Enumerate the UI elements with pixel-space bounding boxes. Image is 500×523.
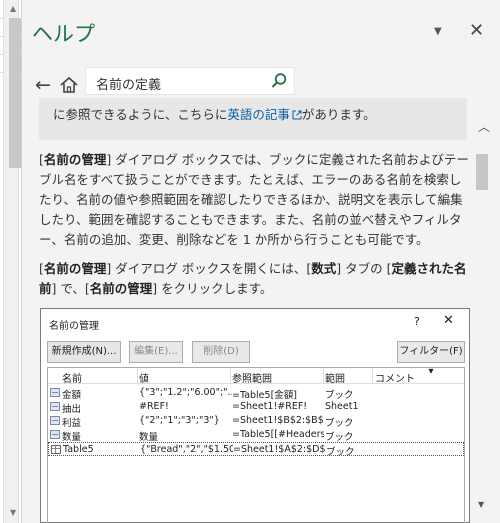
cell-name: Table5: [63, 444, 94, 455]
name-icon: [50, 402, 60, 411]
paragraph-overview: [名前の管理] ダイアログ ボックスでは、ブックに定義された名前およびテーブル名…: [39, 152, 469, 247]
list-header: 名前 値 参照範囲 範囲 コメント: [48, 368, 464, 385]
worksheet-edge: ▲ ▼: [0, 0, 22, 523]
column-header-value: 値: [139, 374, 149, 385]
cell-scope: ブック: [325, 418, 354, 429]
bold-name-manager: 名前の管理: [43, 261, 107, 276]
table-row: 抽出 #REF! =Sheet1!#REF! Sheet1: [48, 400, 464, 415]
table-row: Table5 {"Bread","2","$1.50... =Sheet1!$A…: [48, 442, 464, 458]
cell-refers-to: =Table5[[#Headers...: [232, 429, 324, 440]
filter-button: フィルター(F) ▾: [397, 341, 465, 377]
name-icon: [50, 416, 60, 425]
column-divider: [137, 368, 138, 384]
cell-value: 数量: [139, 432, 159, 443]
cell-name: 抽出: [62, 404, 82, 415]
search-input[interactable]: 名前の定義: [85, 67, 295, 95]
para-text: ] ダイアログ ボックスを開くには、[: [106, 261, 312, 276]
bold-name-manager: 名前の管理: [89, 281, 153, 296]
scroll-down-icon[interactable]: ▼: [10, 508, 16, 517]
note-text-after: があります。: [301, 107, 376, 122]
bold-formulas-tab: 数式: [311, 261, 337, 276]
cell-refers-to: =Sheet1!$A$2:$D$5: [233, 444, 325, 455]
column-divider: [372, 368, 373, 384]
cell-name: 金額: [62, 390, 82, 401]
name-icon: [50, 430, 60, 439]
delete-button: 削除(D): [192, 341, 250, 363]
external-link-icon[interactable]: [292, 110, 302, 120]
cell-refers-to: =Sheet1!#REF!: [232, 401, 308, 412]
new-button: 新規作成(N)...: [47, 341, 121, 363]
dialog-title: 名前の管理: [49, 321, 99, 332]
column-divider: [323, 368, 324, 384]
para-text: ] をクリックします。: [152, 281, 273, 296]
name-icon: [50, 388, 60, 397]
pane-title: ヘルプ: [32, 22, 95, 46]
scrollbar-thumb[interactable]: [9, 18, 21, 168]
cell-value: #REF!: [139, 401, 169, 412]
name-manager-dialog-image: 名前の管理 ? ✕ 新規作成(N)... 編集(E)... 削除(D) フィルタ…: [40, 308, 470, 523]
cell-scope: Sheet1: [325, 401, 359, 412]
scrollbar-thumb[interactable]: [476, 154, 488, 190]
cell-value: {"3";"1.2";"6.00";"...: [139, 387, 232, 398]
table-icon: [51, 445, 61, 454]
note-text-before: に参照できるように、こちらに: [53, 107, 228, 122]
cell-value: {"Bread","2","$1.50...: [140, 444, 233, 455]
content-scrollbar[interactable]: ︿ ▼: [476, 108, 490, 518]
home-icon[interactable]: [59, 75, 79, 95]
search-icon[interactable]: [270, 72, 288, 90]
cell-name: 利益: [62, 418, 82, 429]
chevron-up-icon[interactable]: ︿: [478, 118, 490, 135]
column-header-refers-to: 参照範囲: [232, 374, 272, 385]
chevron-down-icon[interactable]: ▼: [434, 26, 442, 37]
cell-scope: ブック: [326, 447, 355, 458]
table-row: 数量 数量 =Table5[[#Headers... ブック: [48, 428, 464, 443]
cell-value: {"2";"1";"3";"3"}: [139, 415, 220, 426]
worksheet-scrollbar[interactable]: ▲ ▼: [3, 0, 21, 523]
column-divider: [230, 368, 231, 384]
para-text: ] タブの [: [336, 261, 392, 276]
help-icon: ?: [414, 315, 420, 328]
names-list: 名前 値 参照範囲 範囲 コメント 金額 {"3";"1.2";"6.00";"…: [47, 367, 465, 523]
column-header-scope: 範囲: [325, 374, 345, 385]
search-value[interactable]: 名前の定義: [96, 74, 161, 93]
table-row: 金額 {"3";"1.2";"6.00";"... =Table5[金額] ブッ…: [48, 386, 464, 401]
note-text: に参照できるように、こちらに英語の記事 があります。: [53, 104, 376, 123]
cell-refers-to: =Sheet1!$B$2:$B$5: [232, 415, 324, 426]
link-label[interactable]: 英語の記事: [227, 107, 290, 122]
cell-refers-to: =Table5[金額]: [232, 390, 297, 401]
cell-scope: ブック: [325, 390, 354, 401]
scroll-up-icon[interactable]: ▲: [10, 4, 16, 13]
table-row: 利益 {"2";"1";"3";"3"} =Sheet1!$B$2:$B$5 ブ…: [48, 414, 464, 429]
cell-name: 数量: [62, 432, 82, 443]
close-icon: ✕: [443, 313, 454, 328]
back-arrow-icon[interactable]: ←: [35, 74, 51, 96]
bold-name-manager: 名前の管理: [43, 152, 107, 167]
edit-button: 編集(E)...: [129, 341, 183, 363]
cell-scope: ブック: [325, 432, 354, 443]
scroll-down-icon[interactable]: ▼: [478, 500, 484, 509]
close-icon[interactable]: ✕: [469, 20, 484, 41]
note-box: に参照できるように、こちらに英語の記事 があります。: [39, 98, 467, 140]
english-article-link[interactable]: 英語の記事: [227, 107, 302, 122]
column-header-comment: コメント: [375, 374, 415, 385]
paragraph-how-to-open: [名前の管理] ダイアログ ボックスを開くには、[数式] タブの [定義された名…: [39, 261, 467, 296]
help-pane: ヘルプ ▼ ✕ ← 名前の定義 ︿ ▼ に参照できるように、こちらに英語の記事が…: [22, 0, 500, 523]
para-text: ] で、[: [51, 281, 90, 296]
column-header-name: 名前: [62, 374, 82, 385]
